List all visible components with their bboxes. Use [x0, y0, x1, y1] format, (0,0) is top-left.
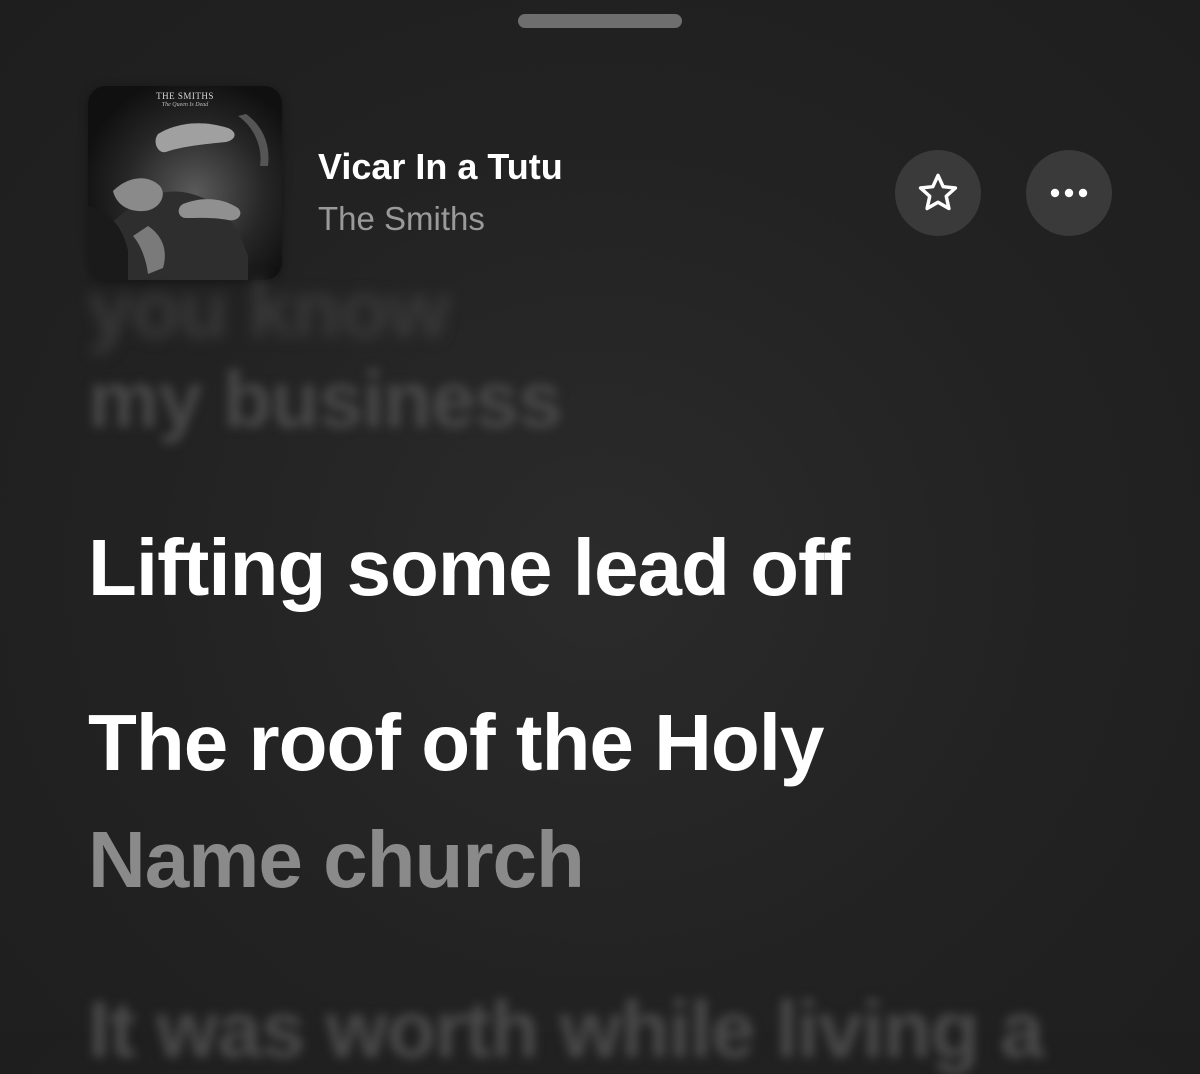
song-title[interactable]: Vicar In a Tutu: [318, 146, 563, 188]
favorite-button[interactable]: [895, 150, 981, 236]
artist-name[interactable]: The Smiths: [318, 200, 485, 238]
album-artwork-image: [88, 86, 282, 280]
ellipsis-icon: [1050, 188, 1088, 198]
lyrics-view[interactable]: you know my business Lifting some lead o…: [88, 270, 1168, 1070]
more-options-button[interactable]: [1026, 150, 1112, 236]
lyric-line-active[interactable]: The roof of the Holy: [88, 703, 825, 783]
star-icon: [918, 173, 958, 211]
lyric-line-previous[interactable]: my business: [88, 360, 563, 440]
now-playing-header: THE SMITHS The Queen Is Dead Vicar In a …: [0, 0, 1200, 300]
lyric-line-previous[interactable]: you know: [88, 270, 450, 350]
album-art-subtitle: The Queen Is Dead: [161, 102, 209, 108]
lyric-line-next[interactable]: It was worth while living a: [88, 990, 1044, 1070]
album-art-title: THE SMITHS: [156, 91, 214, 101]
lyric-line-active[interactable]: Lifting some lead off: [88, 528, 850, 608]
lyric-line-upcoming[interactable]: Name church: [88, 820, 585, 900]
album-artwork[interactable]: THE SMITHS The Queen Is Dead: [88, 86, 282, 280]
